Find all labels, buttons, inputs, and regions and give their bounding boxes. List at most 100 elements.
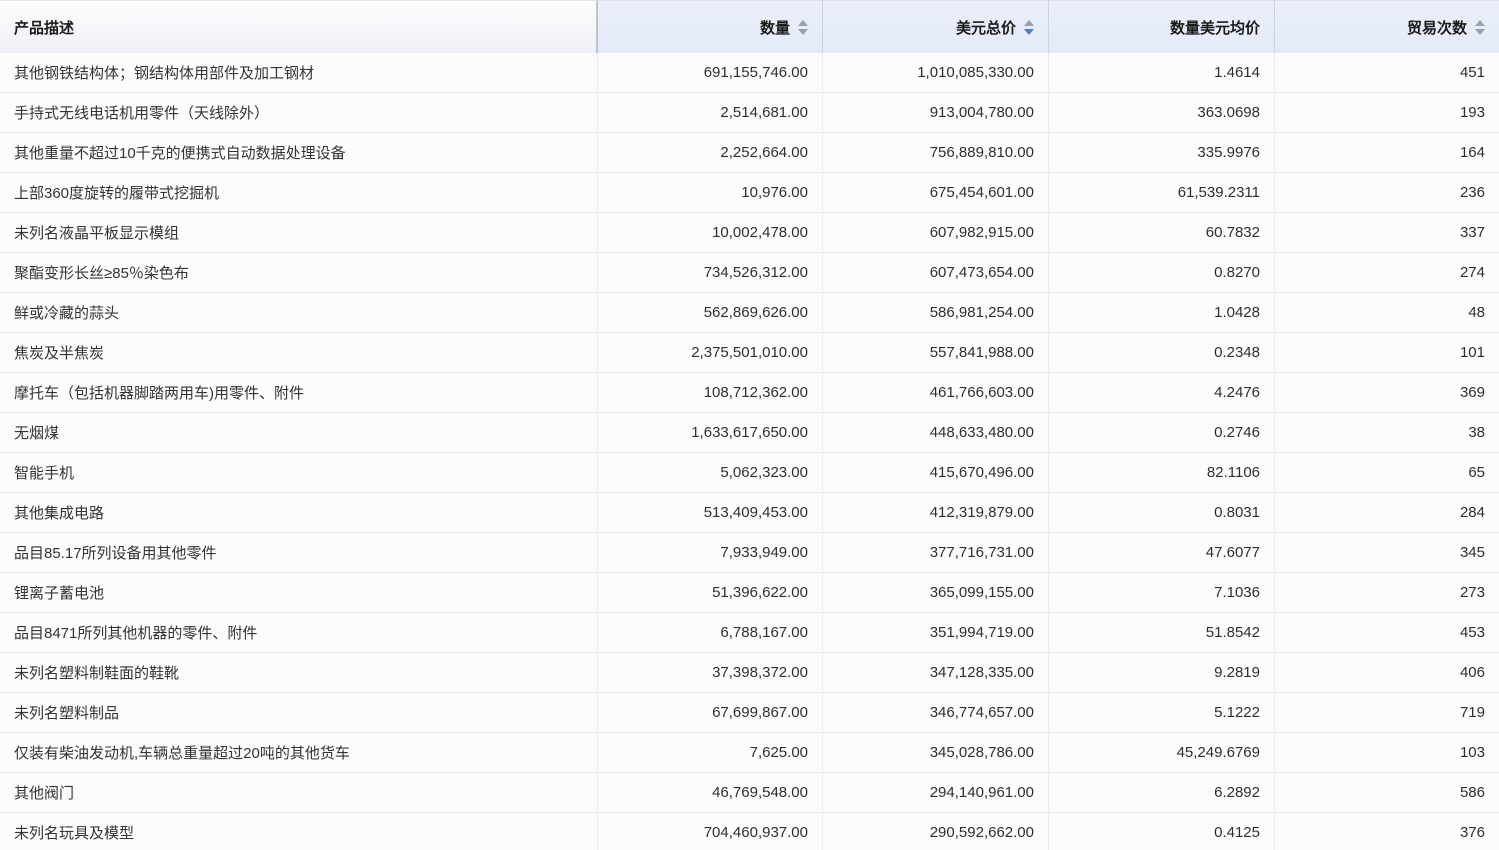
cell-trade-count: 369 (1274, 373, 1499, 412)
cell-usd-total: 557,841,988.00 (822, 333, 1048, 372)
cell-quantity: 513,409,453.00 (598, 493, 822, 532)
cell-trade-count: 65 (1274, 453, 1499, 492)
cell-quantity: 5,062,323.00 (598, 453, 822, 492)
table-row: 未列名液晶平板显示模组 10,002,478.00 607,982,915.00… (0, 213, 1499, 253)
cell-product-description: 智能手机 (0, 453, 598, 492)
sort-asc-arrow-icon (1024, 20, 1034, 26)
sort-icon[interactable] (798, 20, 808, 35)
column-header-avg-usd-per-unit: 数量美元均价 (1048, 0, 1274, 53)
cell-quantity: 51,396,622.00 (598, 573, 822, 612)
sort-desc-arrow-icon (1475, 29, 1485, 35)
cell-quantity: 6,788,167.00 (598, 613, 822, 652)
cell-usd-total: 365,099,155.00 (822, 573, 1048, 612)
cell-trade-count: 48 (1274, 293, 1499, 332)
cell-trade-count: 586 (1274, 773, 1499, 812)
cell-usd-total: 351,994,719.00 (822, 613, 1048, 652)
cell-avg-usd-per-unit: 7.1036 (1048, 573, 1274, 612)
column-header-product-description: 产品描述 (0, 0, 598, 53)
cell-avg-usd-per-unit: 1.4614 (1048, 53, 1274, 92)
table-row: 品目8471所列其他机器的零件、附件 6,788,167.00 351,994,… (0, 613, 1499, 653)
cell-quantity: 37,398,372.00 (598, 653, 822, 692)
table-row: 鲜或冷藏的蒜头 562,869,626.00 586,981,254.00 1.… (0, 293, 1499, 333)
cell-product-description: 仅装有柴油发动机,车辆总重量超过20吨的其他货车 (0, 733, 598, 772)
cell-avg-usd-per-unit: 363.0698 (1048, 93, 1274, 132)
table-row: 未列名塑料制鞋面的鞋靴 37,398,372.00 347,128,335.00… (0, 653, 1499, 693)
sort-icon[interactable] (1024, 20, 1034, 35)
cell-product-description: 锂离子蓄电池 (0, 573, 598, 612)
table-row: 其他重量不超过10千克的便携式自动数据处理设备 2,252,664.00 756… (0, 133, 1499, 173)
cell-trade-count: 453 (1274, 613, 1499, 652)
column-header-trade-count[interactable]: 贸易次数 (1274, 0, 1499, 53)
cell-trade-count: 164 (1274, 133, 1499, 172)
cell-avg-usd-per-unit: 45,249.6769 (1048, 733, 1274, 772)
cell-usd-total: 345,028,786.00 (822, 733, 1048, 772)
cell-usd-total: 412,319,879.00 (822, 493, 1048, 532)
cell-product-description: 上部360度旋转的履带式挖掘机 (0, 173, 598, 212)
cell-avg-usd-per-unit: 9.2819 (1048, 653, 1274, 692)
cell-product-description: 其他集成电路 (0, 493, 598, 532)
cell-quantity: 2,252,664.00 (598, 133, 822, 172)
table-row: 焦炭及半焦炭 2,375,501,010.00 557,841,988.00 0… (0, 333, 1499, 373)
cell-trade-count: 345 (1274, 533, 1499, 572)
cell-product-description: 未列名液晶平板显示模组 (0, 213, 598, 252)
column-header-label: 美元总价 (956, 17, 1016, 38)
cell-quantity: 7,625.00 (598, 733, 822, 772)
cell-trade-count: 236 (1274, 173, 1499, 212)
cell-avg-usd-per-unit: 0.2348 (1048, 333, 1274, 372)
cell-trade-count: 451 (1274, 53, 1499, 92)
cell-usd-total: 607,473,654.00 (822, 253, 1048, 292)
cell-product-description: 其他阀门 (0, 773, 598, 812)
cell-trade-count: 719 (1274, 693, 1499, 732)
sort-icon[interactable] (1475, 20, 1485, 35)
cell-avg-usd-per-unit: 61,539.2311 (1048, 173, 1274, 212)
column-header-label: 数量 (760, 17, 790, 38)
sort-desc-arrow-icon (798, 29, 808, 35)
cell-avg-usd-per-unit: 4.2476 (1048, 373, 1274, 412)
cell-product-description: 未列名塑料制鞋面的鞋靴 (0, 653, 598, 692)
cell-usd-total: 294,140,961.00 (822, 773, 1048, 812)
table-row: 其他集成电路 513,409,453.00 412,319,879.00 0.8… (0, 493, 1499, 533)
cell-product-description: 未列名塑料制品 (0, 693, 598, 732)
cell-quantity: 1,633,617,650.00 (598, 413, 822, 452)
cell-usd-total: 1,010,085,330.00 (822, 53, 1048, 92)
cell-trade-count: 38 (1274, 413, 1499, 452)
cell-quantity: 108,712,362.00 (598, 373, 822, 412)
cell-quantity: 734,526,312.00 (598, 253, 822, 292)
table-row: 品目85.17所列设备用其他零件 7,933,949.00 377,716,73… (0, 533, 1499, 573)
cell-avg-usd-per-unit: 47.6077 (1048, 533, 1274, 572)
cell-trade-count: 101 (1274, 333, 1499, 372)
cell-quantity: 691,155,746.00 (598, 53, 822, 92)
cell-usd-total: 377,716,731.00 (822, 533, 1048, 572)
cell-quantity: 562,869,626.00 (598, 293, 822, 332)
cell-product-description: 鲜或冷藏的蒜头 (0, 293, 598, 332)
sort-asc-arrow-icon (1475, 20, 1485, 26)
table-row: 未列名塑料制品 67,699,867.00 346,774,657.00 5.1… (0, 693, 1499, 733)
table-body: 其他钢铁结构体；钢结构体用部件及加工钢材 691,155,746.00 1,01… (0, 53, 1499, 850)
cell-trade-count: 274 (1274, 253, 1499, 292)
table-row: 无烟煤 1,633,617,650.00 448,633,480.00 0.27… (0, 413, 1499, 453)
cell-product-description: 摩托车（包括机器脚踏两用车)用零件、附件 (0, 373, 598, 412)
column-header-quantity[interactable]: 数量 (598, 0, 822, 53)
table-row: 聚酯变形长丝≥85％染色布 734,526,312.00 607,473,654… (0, 253, 1499, 293)
cell-avg-usd-per-unit: 0.2746 (1048, 413, 1274, 452)
cell-product-description: 无烟煤 (0, 413, 598, 452)
cell-product-description: 未列名玩具及模型 (0, 813, 598, 850)
cell-quantity: 10,976.00 (598, 173, 822, 212)
cell-avg-usd-per-unit: 51.8542 (1048, 613, 1274, 652)
table-row: 其他阀门 46,769,548.00 294,140,961.00 6.2892… (0, 773, 1499, 813)
cell-quantity: 2,375,501,010.00 (598, 333, 822, 372)
cell-quantity: 10,002,478.00 (598, 213, 822, 252)
cell-trade-count: 337 (1274, 213, 1499, 252)
table-row: 手持式无线电话机用零件（天线除外） 2,514,681.00 913,004,7… (0, 93, 1499, 133)
cell-trade-count: 376 (1274, 813, 1499, 850)
cell-usd-total: 415,670,496.00 (822, 453, 1048, 492)
cell-quantity: 46,769,548.00 (598, 773, 822, 812)
cell-product-description: 焦炭及半焦炭 (0, 333, 598, 372)
table-row: 未列名玩具及模型 704,460,937.00 290,592,662.00 0… (0, 813, 1499, 850)
column-header-usd-total[interactable]: 美元总价 (822, 0, 1048, 53)
cell-usd-total: 586,981,254.00 (822, 293, 1048, 332)
cell-avg-usd-per-unit: 335.9976 (1048, 133, 1274, 172)
cell-trade-count: 193 (1274, 93, 1499, 132)
table-row: 仅装有柴油发动机,车辆总重量超过20吨的其他货车 7,625.00 345,02… (0, 733, 1499, 773)
cell-product-description: 其他钢铁结构体；钢结构体用部件及加工钢材 (0, 53, 598, 92)
